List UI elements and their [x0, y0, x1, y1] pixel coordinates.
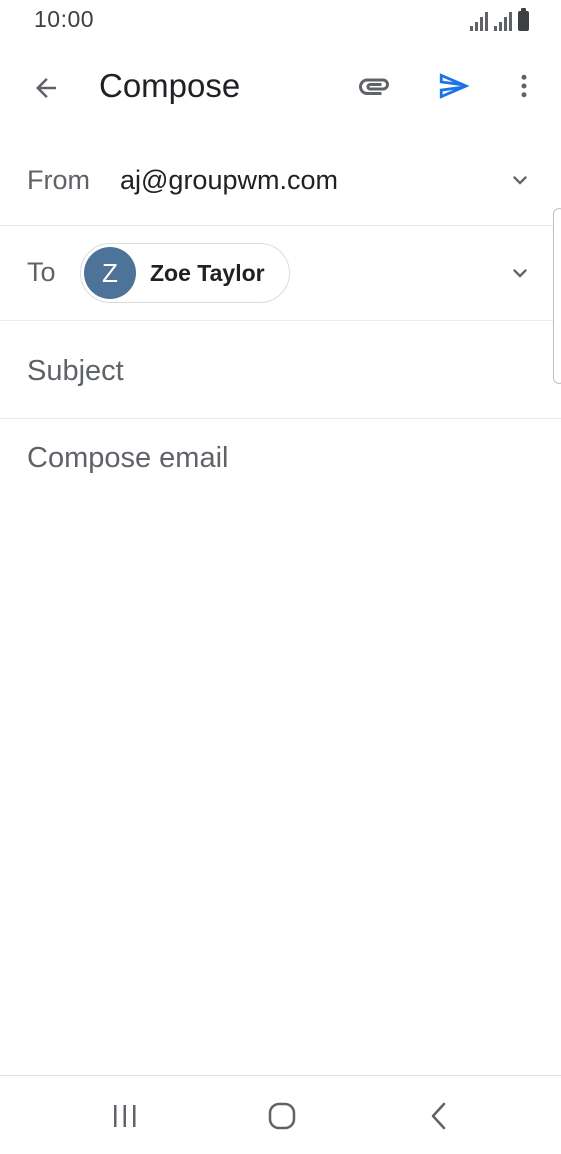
- page-title: Compose: [99, 67, 241, 104]
- chevron-down-icon: [513, 176, 527, 185]
- status-time: 10:00: [34, 6, 95, 32]
- status-icons: [470, 8, 529, 31]
- recipient-chip[interactable]: Z Zoe Taylor: [80, 243, 290, 303]
- status-bar: 10:00: [0, 0, 561, 42]
- subject-input[interactable]: [27, 349, 527, 393]
- from-value[interactable]: aj@groupwm.com: [120, 165, 338, 196]
- back-button[interactable]: [22, 64, 70, 112]
- app-bar: Compose: [0, 42, 561, 132]
- subject-row: [0, 321, 561, 419]
- paperclip-icon: [359, 78, 389, 95]
- from-expand-button[interactable]: [505, 165, 535, 195]
- to-row[interactable]: To Z Zoe Taylor: [0, 226, 561, 321]
- to-label: To: [27, 257, 56, 287]
- nav-back-button[interactable]: [415, 1096, 463, 1136]
- more-vert-icon: [521, 74, 527, 98]
- avatar: Z: [84, 247, 136, 299]
- signal-icon: [494, 11, 512, 31]
- back-icon: [431, 1102, 446, 1130]
- compose-screen: 10:00 Compose From aj@groupwm.com To Z Z…: [0, 0, 561, 1154]
- attach-button[interactable]: [350, 62, 398, 110]
- home-button[interactable]: [258, 1096, 306, 1136]
- battery-icon: [518, 8, 529, 31]
- navigation-bar: [0, 1075, 561, 1154]
- from-row: From aj@groupwm.com: [0, 135, 561, 226]
- from-label: From: [27, 165, 90, 195]
- compose-body-input[interactable]: [27, 440, 537, 1040]
- recents-button[interactable]: [101, 1096, 149, 1136]
- chevron-down-icon: [513, 269, 527, 278]
- send-button[interactable]: [430, 62, 478, 110]
- edge-panel-handle[interactable]: [553, 208, 561, 384]
- to-expand-button[interactable]: [505, 258, 535, 288]
- arrow-left-icon: [36, 78, 56, 98]
- recipient-name: Zoe Taylor: [150, 259, 265, 286]
- signal-icon: [470, 11, 488, 31]
- home-icon: [268, 1102, 296, 1130]
- recents-icon: [114, 1105, 136, 1127]
- send-icon: [439, 73, 470, 99]
- more-options-button[interactable]: [500, 62, 548, 110]
